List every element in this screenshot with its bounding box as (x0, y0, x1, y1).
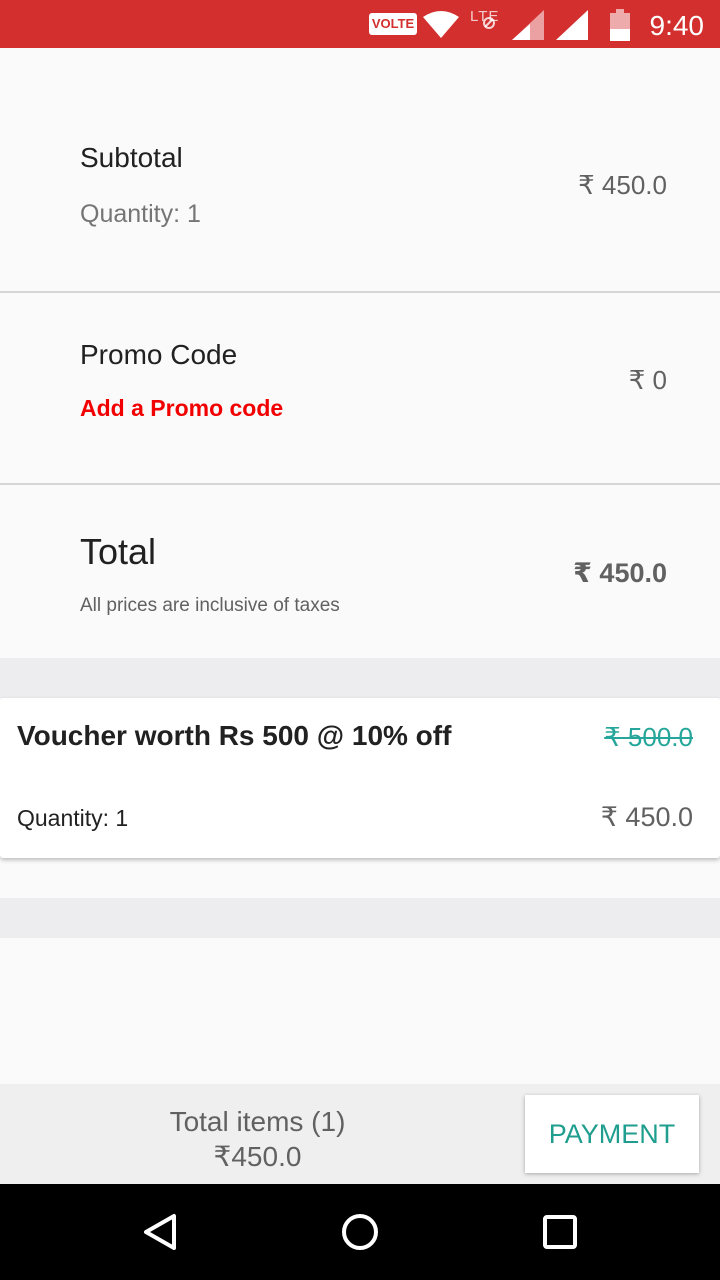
subtotal-label: Subtotal (80, 142, 183, 173)
home-icon[interactable] (336, 1208, 384, 1256)
wifi-icon (423, 11, 459, 38)
total-items-label: Total items (1) (169, 1106, 346, 1137)
separator-band (0, 898, 720, 938)
system-nav-bar (0, 1184, 720, 1280)
promo-code-label: Promo Code (80, 339, 238, 370)
subtotal-section: Subtotal Quantity: 1 ₹ 450.0 (0, 48, 720, 292)
item-quantity: Quantity: 1 (17, 805, 129, 831)
total-label: Total (80, 531, 157, 572)
item-price: ₹ 450.0 (600, 802, 693, 832)
clock: 9:40 (649, 10, 705, 41)
signal-icon (556, 10, 588, 40)
item-original-price: ₹ 500.0 (604, 722, 693, 752)
promo-section: Promo Code Add a Promo code ₹ 0 (0, 293, 720, 483)
no-data-icon (483, 17, 495, 29)
separator-band (0, 658, 720, 698)
checkout-bar: Total items (1) ₹450.0 PAYMENT (0, 1084, 720, 1184)
total-section: Total All prices are inclusive of taxes … (0, 485, 720, 658)
subtotal-amount: ₹ 450.0 (578, 170, 667, 200)
add-promo-code-link[interactable]: Add a Promo code (80, 395, 283, 422)
subtotal-quantity: Quantity: 1 (80, 200, 201, 228)
promo-amount: ₹ 0 (628, 365, 667, 395)
signal-icon (512, 10, 544, 40)
cart-item-card[interactable]: Voucher worth Rs 500 @ 10% off ₹ 500.0 Q… (0, 698, 720, 858)
recents-icon[interactable] (536, 1208, 584, 1256)
battery-icon (610, 9, 630, 41)
total-amount: ₹ 450.0 (573, 558, 667, 588)
item-name: Voucher worth Rs 500 @ 10% off (17, 720, 452, 751)
payment-button[interactable]: PAYMENT (525, 1095, 699, 1173)
status-bar: VOLTE LTE 9:40 (0, 0, 720, 48)
total-items-amount: ₹450.0 (213, 1141, 302, 1172)
volte-badge: VOLTE (369, 13, 417, 35)
tax-note: All prices are inclusive of taxes (80, 595, 340, 616)
back-icon[interactable] (136, 1208, 184, 1256)
